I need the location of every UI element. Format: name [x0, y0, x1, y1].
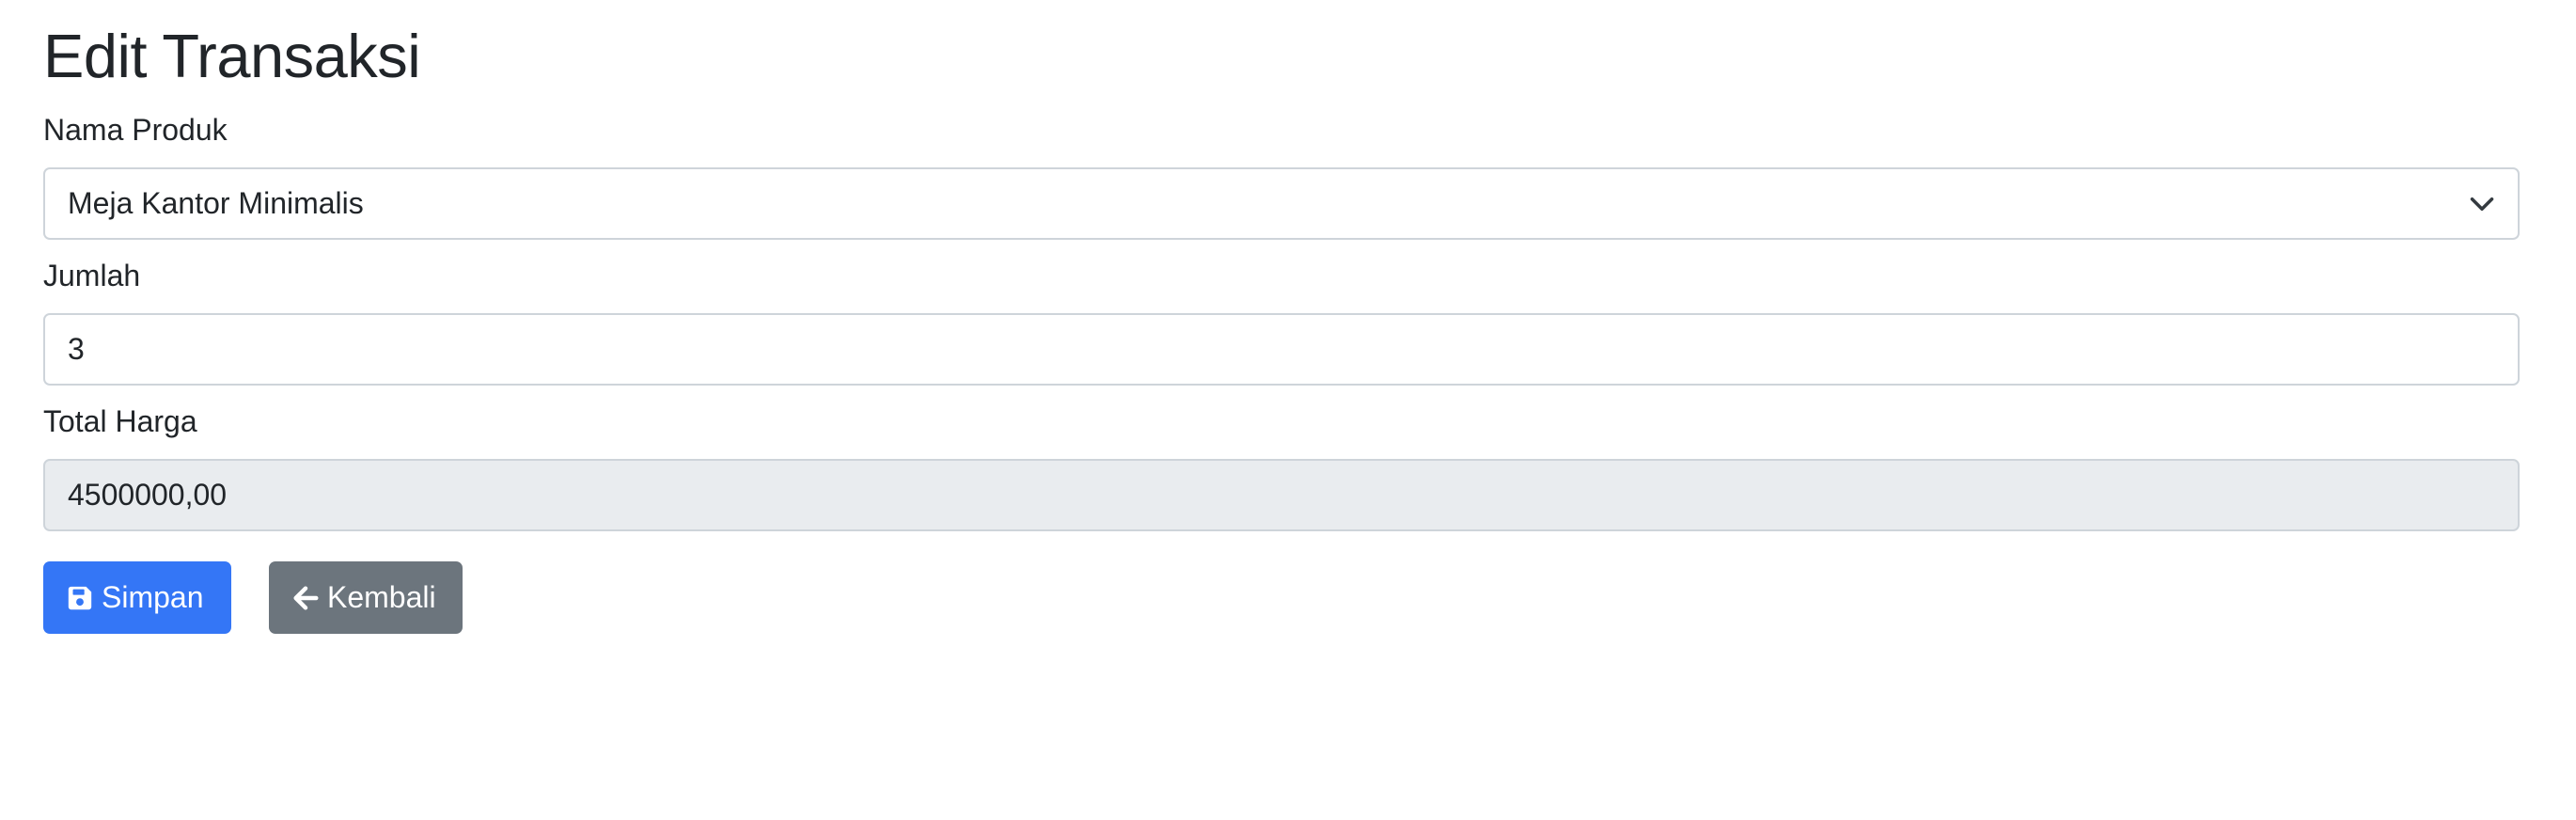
page-title: Edit Transaksi	[43, 22, 421, 90]
edit-transaction-form: Edit Transaksi Nama Produk Meja Kantor M…	[43, 0, 2520, 634]
product-select-value: Meja Kantor Minimalis	[68, 186, 364, 220]
total-price-input: 4500000,00	[43, 459, 2520, 531]
chevron-down-icon	[2470, 197, 2494, 211]
product-field: Nama Produk Meja Kantor Minimalis	[43, 111, 2520, 240]
quantity-input[interactable]: 3	[43, 313, 2520, 386]
back-button[interactable]: Kembali	[269, 561, 463, 634]
total-price-value: 4500000,00	[68, 478, 228, 512]
product-label: Nama Produk	[43, 113, 228, 147]
quantity-value: 3	[68, 332, 85, 366]
form-actions: Simpan Kembali	[43, 561, 2520, 634]
save-button[interactable]: Simpan	[43, 561, 231, 634]
arrow-left-icon	[293, 585, 319, 610]
total-price-label: Total Harga	[43, 404, 197, 438]
quantity-field: Jumlah 3	[43, 257, 2520, 386]
total-price-field: Total Harga 4500000,00	[43, 402, 2520, 531]
product-select[interactable]: Meja Kantor Minimalis	[43, 167, 2520, 240]
quantity-label: Jumlah	[43, 259, 141, 292]
save-button-label: Simpan	[102, 580, 204, 614]
save-icon	[68, 586, 92, 609]
back-button-label: Kembali	[327, 580, 436, 614]
